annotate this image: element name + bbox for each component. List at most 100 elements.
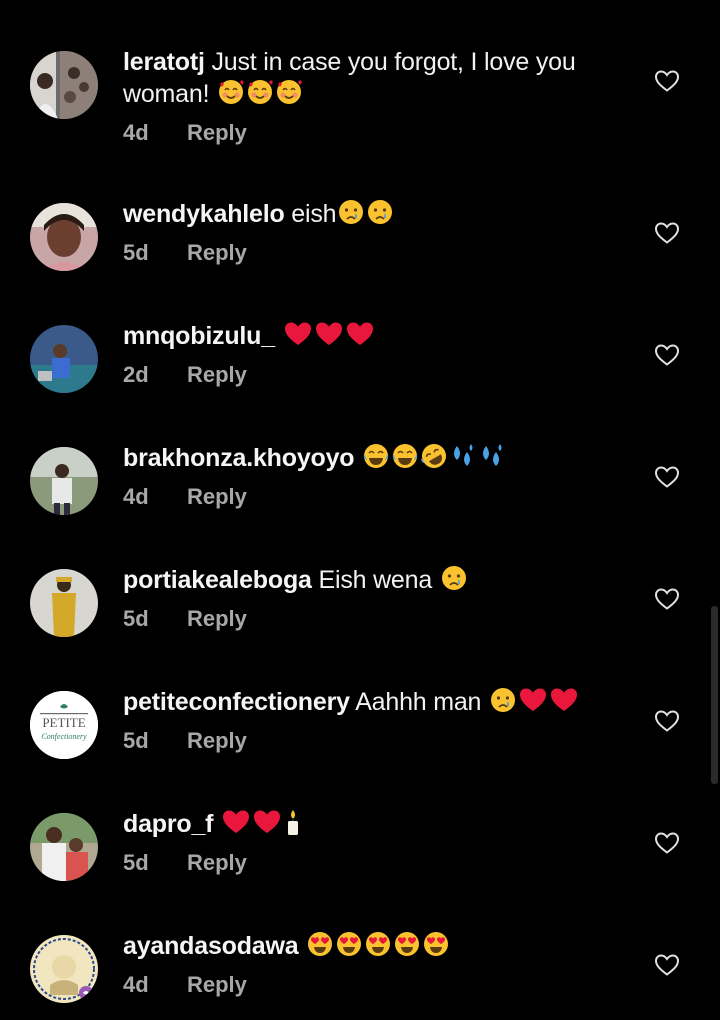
timestamp: 4d [123,484,149,509]
heart-icon[interactable] [654,343,680,367]
comment-text: mnqobizulu_ [123,320,623,352]
comments-screen: leratotj Just in case you forgot, I love… [0,0,720,1020]
crying-face-emoji [339,200,364,224]
comment-body: mnqobizulu_ 2d Reply [123,320,623,392]
reply-button[interactable]: Reply [187,606,247,632]
comment-meta: 5d Reply [123,850,623,880]
comment-message: Eish wena [318,566,433,594]
avatar[interactable] [30,51,98,119]
comment-text: petiteconfectionery Aahhh man [123,686,623,718]
comment-body: leratotj Just in case you forgot, I love… [123,46,623,150]
heart-eyes-emoji [424,932,449,956]
username[interactable]: leratotj [123,48,205,76]
red-heart-emoji [551,688,578,711]
heart-icon[interactable] [654,69,680,93]
comment-body: portiakealeboga Eish wena 5d Reply [123,564,623,636]
emoji-group [209,80,303,108]
username[interactable]: dapro_f [123,810,213,838]
heart-icon[interactable] [654,953,680,977]
emoji-group [488,688,579,716]
logo-subtext: Confectionery [41,732,87,741]
comment-text: ayandasodawa [123,930,623,962]
comment-meta: 5d Reply [123,240,623,270]
red-heart-emoji [223,810,250,833]
heart-eyes-emoji [395,932,420,956]
comment-body: petiteconfectionery Aahhh man 5d Reply [123,686,623,758]
comment-meta: 4d Reply [123,972,623,1002]
emoji-group [336,200,394,228]
comment-row: PETITE Confectionery petiteconfectionery… [0,680,720,802]
username[interactable]: mnqobizulu_ [123,322,275,350]
avatar[interactable] [30,325,98,393]
red-heart-emoji [346,322,373,345]
red-heart-emoji [284,322,311,345]
timestamp: 5d [123,728,149,753]
logo-text: PETITE [42,715,85,730]
petite-logo: PETITE Confectionery [30,691,98,759]
comment-meta: 2d Reply [123,362,623,392]
timestamp: 2d [123,362,149,387]
comment-body: dapro_f 5d Reply [123,808,623,880]
reply-button[interactable]: Reply [187,850,247,876]
heart-icon[interactable] [654,221,680,245]
heart-icon[interactable] [654,709,680,733]
sweat-droplets-emoji [483,444,502,466]
smiling-face-with-hearts-emoji [219,80,245,104]
comment-text: portiakealeboga Eish wena [123,564,623,596]
avatar[interactable] [30,447,98,515]
username[interactable]: petiteconfectionery [123,688,350,716]
comment-row: wendykahlelo eish 5d Reply [0,192,720,314]
reply-button[interactable]: Reply [187,484,247,510]
red-heart-emoji [254,810,281,833]
emoji-group [361,444,506,472]
comment-text: dapro_f [123,808,623,840]
timestamp: 5d [123,606,149,631]
comment-body: ayandasodawa 4d Reply [123,930,623,1002]
avatar[interactable] [30,569,98,637]
comment-row: ayandasodawa 4d Reply [0,924,720,1020]
scrollbar[interactable] [711,606,718,784]
smiling-face-with-hearts-emoji [248,80,274,104]
username[interactable]: ayandasodawa [123,932,299,960]
heart-icon[interactable] [654,587,680,611]
timestamp: 5d [123,240,149,265]
heart-eyes-emoji [337,932,362,956]
reply-button[interactable]: Reply [187,362,247,388]
username[interactable]: portiakealeboga [123,566,312,594]
avatar[interactable] [30,813,98,881]
username[interactable]: wendykahlelo [123,200,285,228]
reply-button[interactable]: Reply [187,972,247,998]
heart-icon[interactable] [654,465,680,489]
heart-eyes-emoji [366,932,391,956]
emoji-group [439,566,468,594]
emoji-group [220,810,303,838]
comment-meta: 4d Reply [123,120,623,150]
rolling-laughing-emoji [421,444,447,468]
reply-button[interactable]: Reply [187,728,247,754]
comment-row: leratotj Just in case you forgot, I love… [0,40,720,162]
reply-button[interactable]: Reply [187,240,247,266]
emoji-group [282,322,375,350]
comment-row: mnqobizulu_ 2d Reply [0,314,720,436]
comment-body: brakhonza.khoyoyo 4d Reply [123,442,623,514]
comment-text: wendykahlelo eish [123,198,623,230]
comment-row: dapro_f 5d Reply [0,802,720,924]
red-heart-emoji [520,688,547,711]
comment-meta: 4d Reply [123,484,623,514]
avatar[interactable] [30,935,98,1003]
comment-meta: 5d Reply [123,606,623,636]
avatar[interactable]: PETITE Confectionery [30,691,98,759]
timestamp: 5d [123,850,149,875]
smiling-face-with-hearts-emoji [277,80,303,104]
comment-meta: 5d Reply [123,728,623,758]
avatar[interactable] [30,203,98,271]
username[interactable]: brakhonza.khoyoyo [123,444,355,472]
emoji-group [305,932,450,960]
comment-text: leratotj Just in case you forgot, I love… [123,46,623,110]
heart-icon[interactable] [654,831,680,855]
comment-message: eish [291,200,337,228]
timestamp: 4d [123,120,149,145]
reply-button[interactable]: Reply [187,120,247,146]
comment-row: brakhonza.khoyoyo 4d Reply [0,436,720,558]
crying-face-emoji [368,200,393,224]
